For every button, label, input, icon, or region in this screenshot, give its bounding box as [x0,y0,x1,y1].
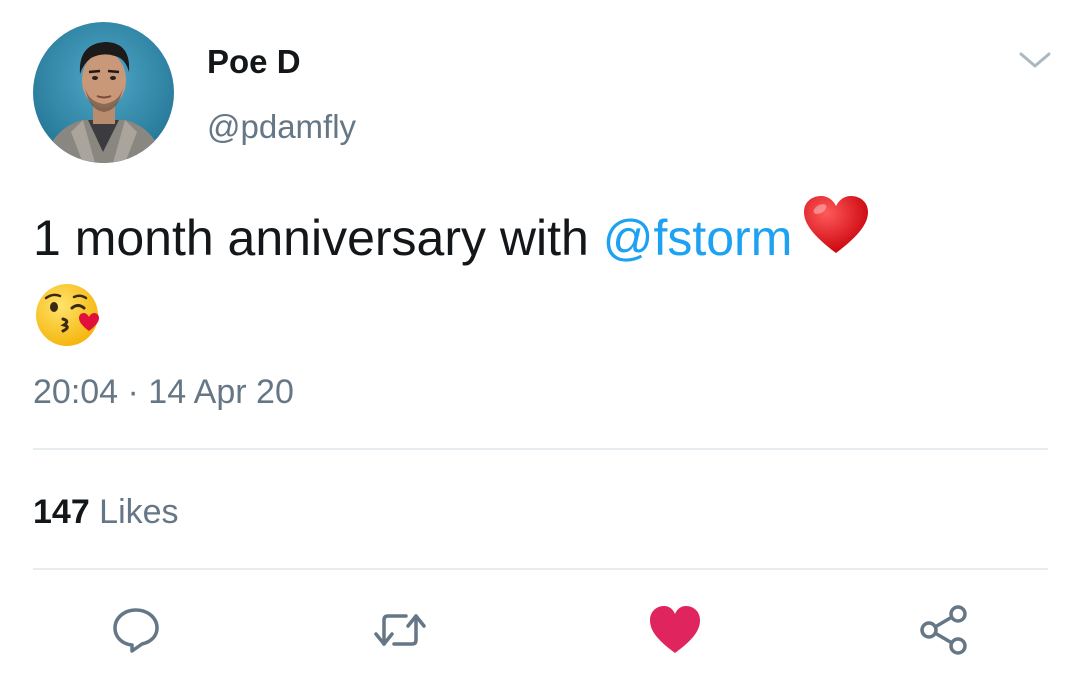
retweet-button[interactable] [372,602,428,658]
reply-button[interactable] [108,602,164,658]
likes-count: 147 [33,493,90,531]
author-display-name[interactable]: Poe D [207,42,301,82]
likes-label: Likes [89,493,179,531]
share-icon [920,605,967,655]
tweet-text-body: 1 month anniversary with [33,210,603,266]
heart-icon [650,606,700,653]
retweet-icon [374,614,426,646]
mention-link[interactable]: @fstorm [603,210,793,266]
tweet-timestamp: 20:04 · 14 Apr 20 [33,373,294,411]
reply-icon [113,608,159,653]
tweet-text: 1 month anniversary with @fstorm [33,196,1043,376]
author-handle[interactable]: @pdamfly [207,107,356,147]
red-heart-emoji-icon [802,195,870,280]
share-button[interactable] [916,602,972,658]
like-button[interactable] [647,602,703,658]
avatar[interactable] [33,22,174,163]
likes-stat[interactable]: 147 Likes [33,490,179,534]
profile-photo [33,22,174,163]
divider [33,448,1048,450]
chevron-down-icon[interactable] [1017,48,1053,72]
divider [33,568,1048,570]
face-blowing-kiss-emoji-icon [33,281,103,372]
